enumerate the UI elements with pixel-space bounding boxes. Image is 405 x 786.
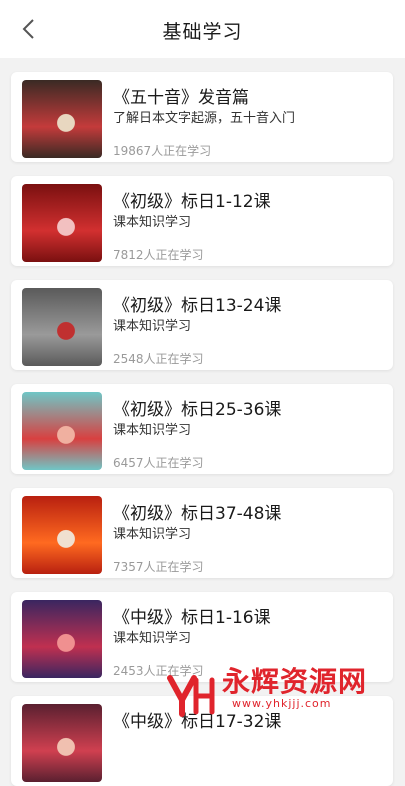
course-subtitle: 课本知识学习 xyxy=(113,423,192,438)
learner-count: 19867人正在学习 xyxy=(113,144,212,158)
course-thumbnail xyxy=(22,392,102,470)
course-card[interactable]: 《初级》标日37-48课课本知识学习 7357人正在学习 xyxy=(11,488,393,578)
course-thumbnail xyxy=(22,704,102,782)
course-thumbnail xyxy=(22,496,102,574)
course-title: 《初级》标日25-36课 xyxy=(113,400,282,420)
course-thumbnail xyxy=(22,288,102,366)
course-subtitle: 课本知识学习 xyxy=(113,215,192,230)
learner-count: 7357人正在学习 xyxy=(113,560,204,574)
course-card[interactable]: 《初级》标日1-12课课本知识学习 7812人正在学习 xyxy=(11,176,393,266)
learner-count: 7812人正在学习 xyxy=(113,248,204,262)
course-title: 《初级》标日13-24课 xyxy=(113,296,282,316)
course-subtitle: 课本知识学习 xyxy=(113,631,192,646)
page-title: 基础学习 xyxy=(162,21,243,43)
learner-count: 2548人正在学习 xyxy=(113,352,204,366)
course-thumbnail xyxy=(22,80,102,158)
top-nav-bar: 基础学习 xyxy=(0,0,405,58)
course-thumbnail xyxy=(22,600,102,678)
course-subtitle: 课本知识学习 xyxy=(113,527,192,542)
course-subtitle: 课本知识学习 xyxy=(113,319,192,334)
course-thumbnail xyxy=(22,184,102,262)
course-card[interactable]: 《初级》标日13-24课课本知识学习 2548人正在学习 xyxy=(11,280,393,370)
course-title: 《初级》标日37-48课 xyxy=(113,504,282,524)
watermark-text: 永辉资源网 xyxy=(222,665,368,698)
watermark-url: www.yhkjjj.com xyxy=(232,697,332,710)
course-title: 《中级》标日1-16课 xyxy=(113,608,271,628)
course-subtitle: 了解日本文字起源，五十音入门 xyxy=(113,111,296,126)
course-card[interactable]: 《初级》标日25-36课课本知识学习 6457人正在学习 xyxy=(11,384,393,474)
learner-count: 6457人正在学习 xyxy=(113,456,204,470)
course-title: 《五十音》发音篇 xyxy=(113,88,249,108)
course-title: 《初级》标日1-12课 xyxy=(113,192,271,212)
course-card[interactable]: 《五十音》发音篇了解日本文字起源，五十音入门 19867人正在学习 xyxy=(11,72,393,162)
